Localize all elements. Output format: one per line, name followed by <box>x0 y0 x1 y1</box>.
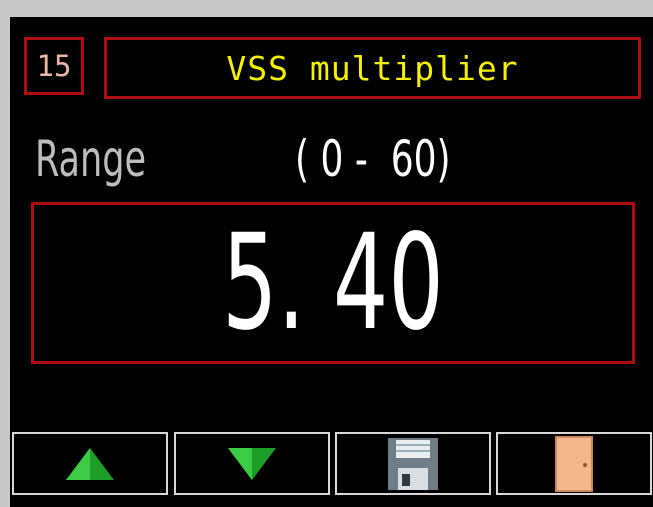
save-button[interactable] <box>335 432 491 495</box>
floppy-disk-icon <box>388 437 438 490</box>
triangle-down-icon <box>228 447 276 480</box>
parameter-title-box: VSS multiplier <box>104 37 641 99</box>
triangle-up-icon <box>66 447 114 480</box>
door-icon <box>555 435 593 492</box>
decrement-button[interactable] <box>174 432 330 495</box>
parameter-screen: 15 VSS multiplier Range ( 0 - 60) 5. 40 <box>10 17 653 507</box>
parameter-number-box: 15 <box>24 37 84 95</box>
parameter-number: 15 <box>36 49 72 83</box>
range-label: Range <box>35 130 147 188</box>
parameter-title: VSS multiplier <box>226 48 519 88</box>
value-display-box: 5. 40 <box>31 202 635 364</box>
exit-button[interactable] <box>496 432 652 495</box>
range-values: ( 0 - 60) <box>295 130 451 188</box>
current-value: 5. 40 <box>222 206 444 360</box>
increment-button[interactable] <box>12 432 168 495</box>
